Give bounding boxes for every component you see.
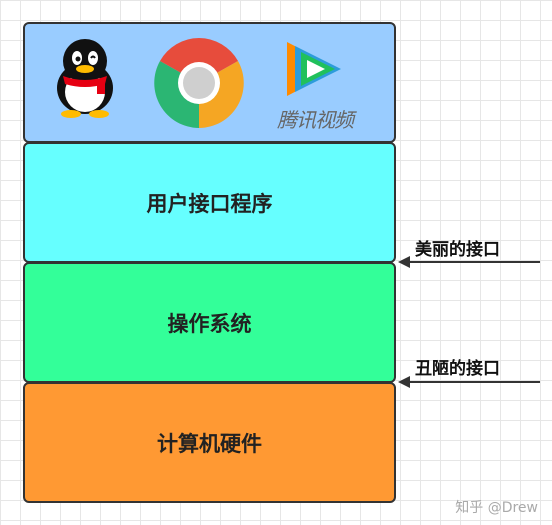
- watermark: 知乎 @Drew: [455, 500, 538, 516]
- interface-arrows: [398, 256, 540, 388]
- ugly-interface-label: 丑陋的接口: [415, 359, 500, 379]
- beautiful-interface-label: 美丽的接口: [415, 240, 500, 260]
